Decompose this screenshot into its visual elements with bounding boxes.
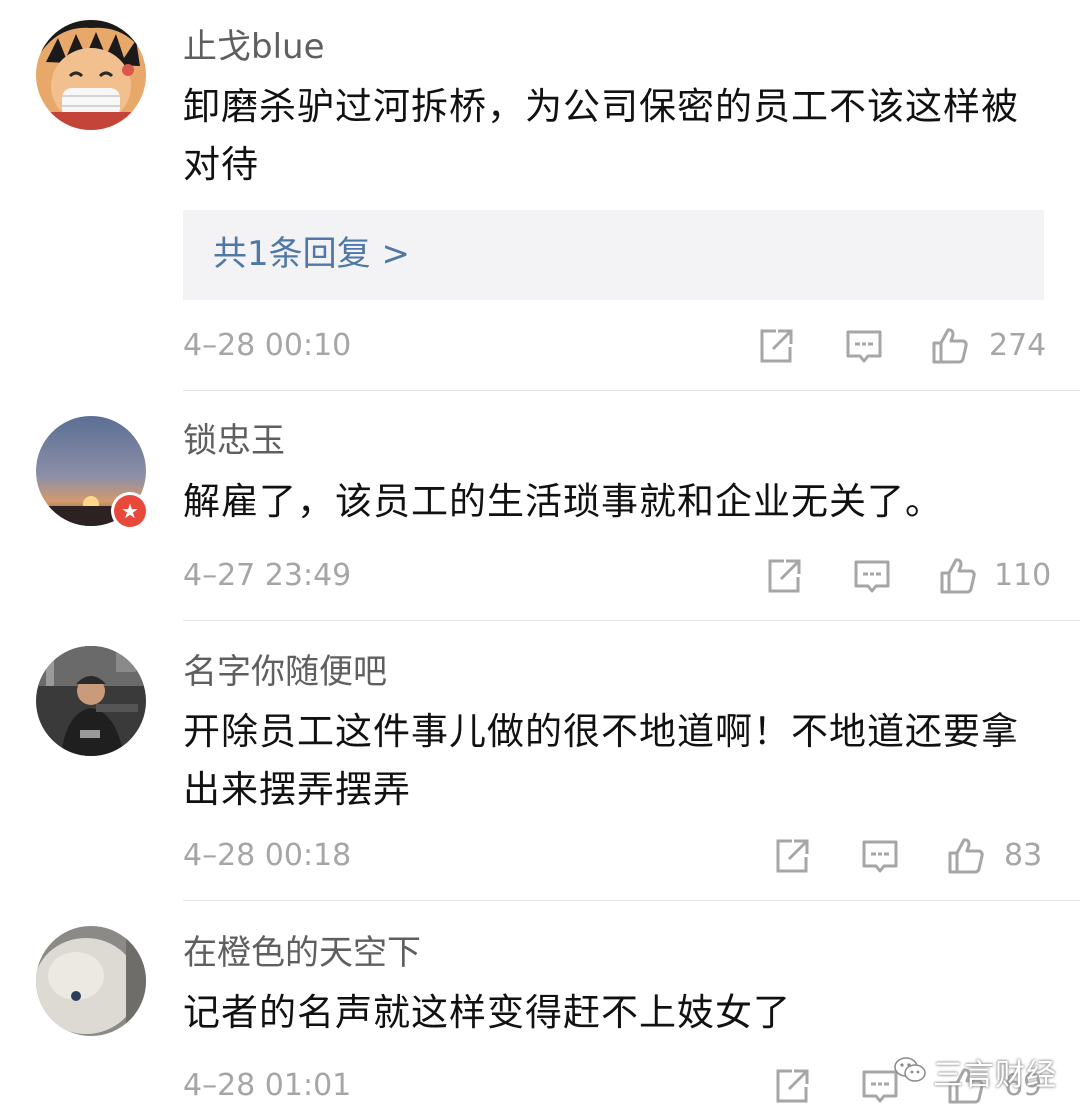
share-icon[interactable] <box>756 326 796 366</box>
comment-text: 卸磨杀驴过河拆桥，为公司保密的员工不该这样被对待 <box>183 85 1019 186</box>
cartoon-avatar-icon <box>36 20 146 130</box>
comment-icon[interactable] <box>852 556 892 596</box>
like-count: 110 <box>994 558 1052 593</box>
like-count: 274 <box>989 328 1047 363</box>
comment-text: 开除员工这件事儿做的很不地道啊！不地道还要拿出来摆弄摆弄 <box>183 710 1019 811</box>
username[interactable]: 名字你随便吧 <box>183 652 387 692</box>
verified-badge-icon: ★ <box>111 492 149 530</box>
comment-list: 止戈blue 卸磨杀驴过河拆桥，为公司保密的员工不该这样被对待 共1条回复 > … <box>0 0 1080 1116</box>
watermark-text: 三言财经 <box>933 1058 1057 1093</box>
comment-text: 解雇了，该员工的生活琐事就和企业无关了。 <box>183 480 943 523</box>
like-icon[interactable] <box>930 326 970 366</box>
comment-icon[interactable] <box>844 326 884 366</box>
watermark: 三言财经 <box>893 1052 1057 1093</box>
username[interactable]: 在橙色的天空下 <box>183 933 421 973</box>
share-icon[interactable] <box>772 1066 812 1106</box>
toy-avatar-icon <box>36 926 146 1036</box>
share-icon[interactable] <box>764 556 804 596</box>
comment-icon[interactable] <box>860 836 900 876</box>
timestamp: 4–28 00:18 <box>183 838 352 873</box>
divider <box>183 620 1080 621</box>
comment-text: 记者的名声就这样变得赶不上妓女了 <box>183 991 791 1034</box>
timestamp: 4–28 01:01 <box>183 1068 352 1103</box>
user-avatar[interactable] <box>36 926 146 1036</box>
photo-avatar-icon <box>36 646 146 756</box>
like-icon[interactable] <box>938 556 978 596</box>
share-icon[interactable] <box>772 836 812 876</box>
divider <box>183 390 1080 391</box>
timestamp: 4–28 00:10 <box>183 328 352 363</box>
reply-link[interactable]: 共1条回复 > <box>213 234 410 274</box>
divider <box>183 900 1080 901</box>
reply-summary[interactable]: 共1条回复 > <box>183 210 1044 300</box>
user-avatar[interactable] <box>36 20 146 130</box>
username[interactable]: 锁忠玉 <box>183 421 285 461</box>
like-count: 83 <box>1004 838 1043 873</box>
username[interactable]: 止戈blue <box>183 27 325 67</box>
user-avatar[interactable] <box>36 646 146 756</box>
like-icon[interactable] <box>946 836 986 876</box>
timestamp: 4–27 23:49 <box>183 558 352 593</box>
wechat-icon <box>893 1055 927 1089</box>
